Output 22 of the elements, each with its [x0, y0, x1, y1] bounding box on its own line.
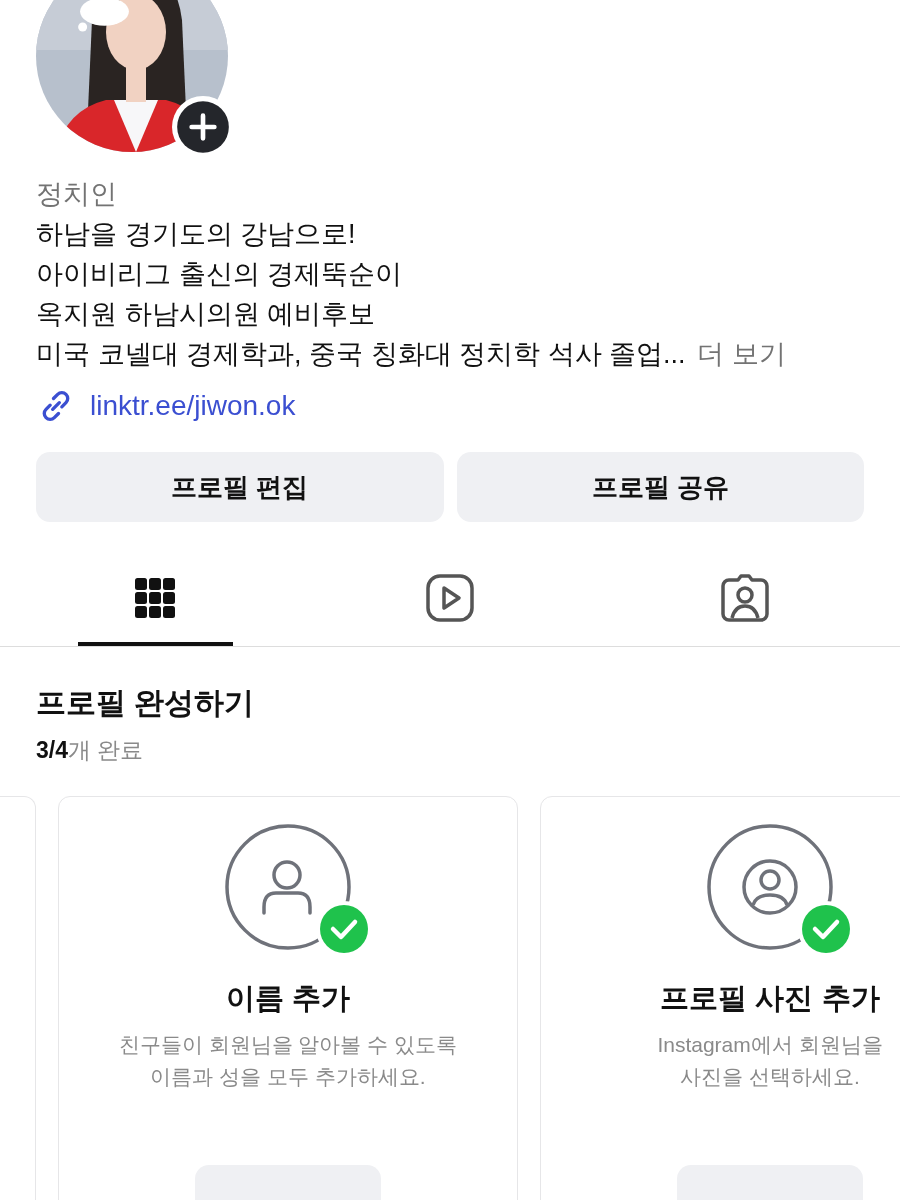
profile-button[interactable]: 프로필 편집 — [36, 452, 444, 522]
card-description: 이름과 성을 모두 추가하세요. — [150, 1064, 426, 1090]
card-title: 이름 추가 — [225, 981, 351, 1016]
bio-text: 하남을 경기도의 강남으로! — [36, 218, 357, 251]
grid-icon — [135, 578, 176, 618]
profile-button[interactable]: 프로필 공유 — [456, 452, 864, 522]
play-icon — [426, 574, 474, 622]
profile-link[interactable]: linktr.ee/jiwon.ok — [90, 390, 296, 422]
card-description: 사진을 선택하세요. — [680, 1064, 860, 1090]
card-description: 친구들이 회원님을 알아볼 수 있도록 — [118, 1032, 458, 1058]
bio-text: 옥지원 하남시의원 예비후보 — [36, 298, 376, 331]
progress-text: 3/4개 완료 — [36, 736, 145, 765]
card-title: 프로필 사진 추가 — [660, 981, 880, 1016]
bio-text: 아이비리그 출신의 경제뚝순이 — [36, 258, 403, 291]
profile-photo-icon — [706, 823, 834, 951]
bio-text: 미국 코넬대 경제학과, 중국 칭화대 정치학 석사 졸업... — [36, 339, 686, 369]
person-icon — [224, 823, 352, 951]
more-link[interactable]: 더 보기 — [697, 339, 786, 369]
tagged-person-icon — [720, 574, 769, 622]
section-title: 프로필 완성하기 — [36, 685, 256, 721]
category-label: 정치인 — [36, 178, 118, 211]
card-description: Instagram에서 회원님을 — [657, 1032, 883, 1058]
